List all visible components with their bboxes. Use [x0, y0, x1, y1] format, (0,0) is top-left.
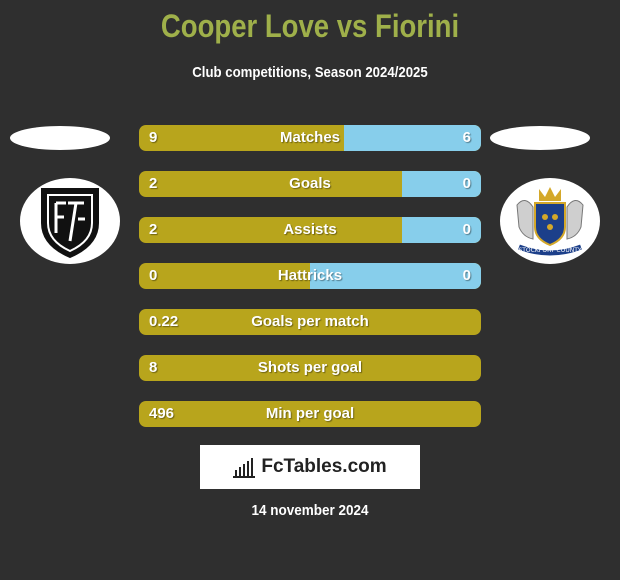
stat-row-goals-per-match: 0.22 Goals per match [139, 309, 481, 335]
stat-row-matches: 9 Matches 6 [139, 125, 481, 151]
stat-label: Goals [289, 175, 331, 192]
stat-label: Matches [279, 129, 341, 146]
right-team-logo[interactable]: STOCKPORT COUNTY [500, 178, 600, 264]
right-player-badge [490, 126, 590, 150]
stockport-county-crest-icon: STOCKPORT COUNTY [516, 187, 584, 256]
stat-label: Assists [283, 221, 337, 238]
academica-crest-icon [41, 188, 99, 259]
stat-row-assists: 2 Assists 0 [139, 217, 481, 243]
right-value: 0 [462, 221, 471, 238]
stat-row-shots-per-goal: 8 Shots per goal [139, 355, 481, 381]
right-value: 6 [462, 129, 471, 146]
stat-label: Shots per goal [257, 359, 363, 376]
brand-banner[interactable]: FcTables.com [200, 445, 420, 489]
page-title: Cooper Love vs Fiorini [160, 8, 460, 44]
right-value: 0 [462, 267, 471, 284]
crest-text: STOCKPORT COUNTY [518, 247, 581, 254]
stat-row-min-per-goal: 496 Min per goal [139, 401, 481, 427]
left-player-badge [10, 126, 110, 150]
stat-label: Goals per match [251, 313, 369, 330]
brand-name: FcTables.com [261, 456, 387, 477]
stat-label: Hattricks [277, 267, 343, 284]
report-date: 14 november 2024 [251, 502, 369, 519]
stat-row-hattricks: 0 Hattricks 0 [139, 263, 481, 289]
bar-chart-icon [233, 458, 256, 478]
stat-row-goals: 2 Goals 0 [139, 171, 481, 197]
competition-subtitle: Club competitions, Season 2024/2025 [192, 64, 428, 81]
right-value: 0 [462, 175, 471, 192]
stat-label: Min per goal [265, 405, 355, 422]
left-team-logo[interactable] [20, 178, 120, 264]
